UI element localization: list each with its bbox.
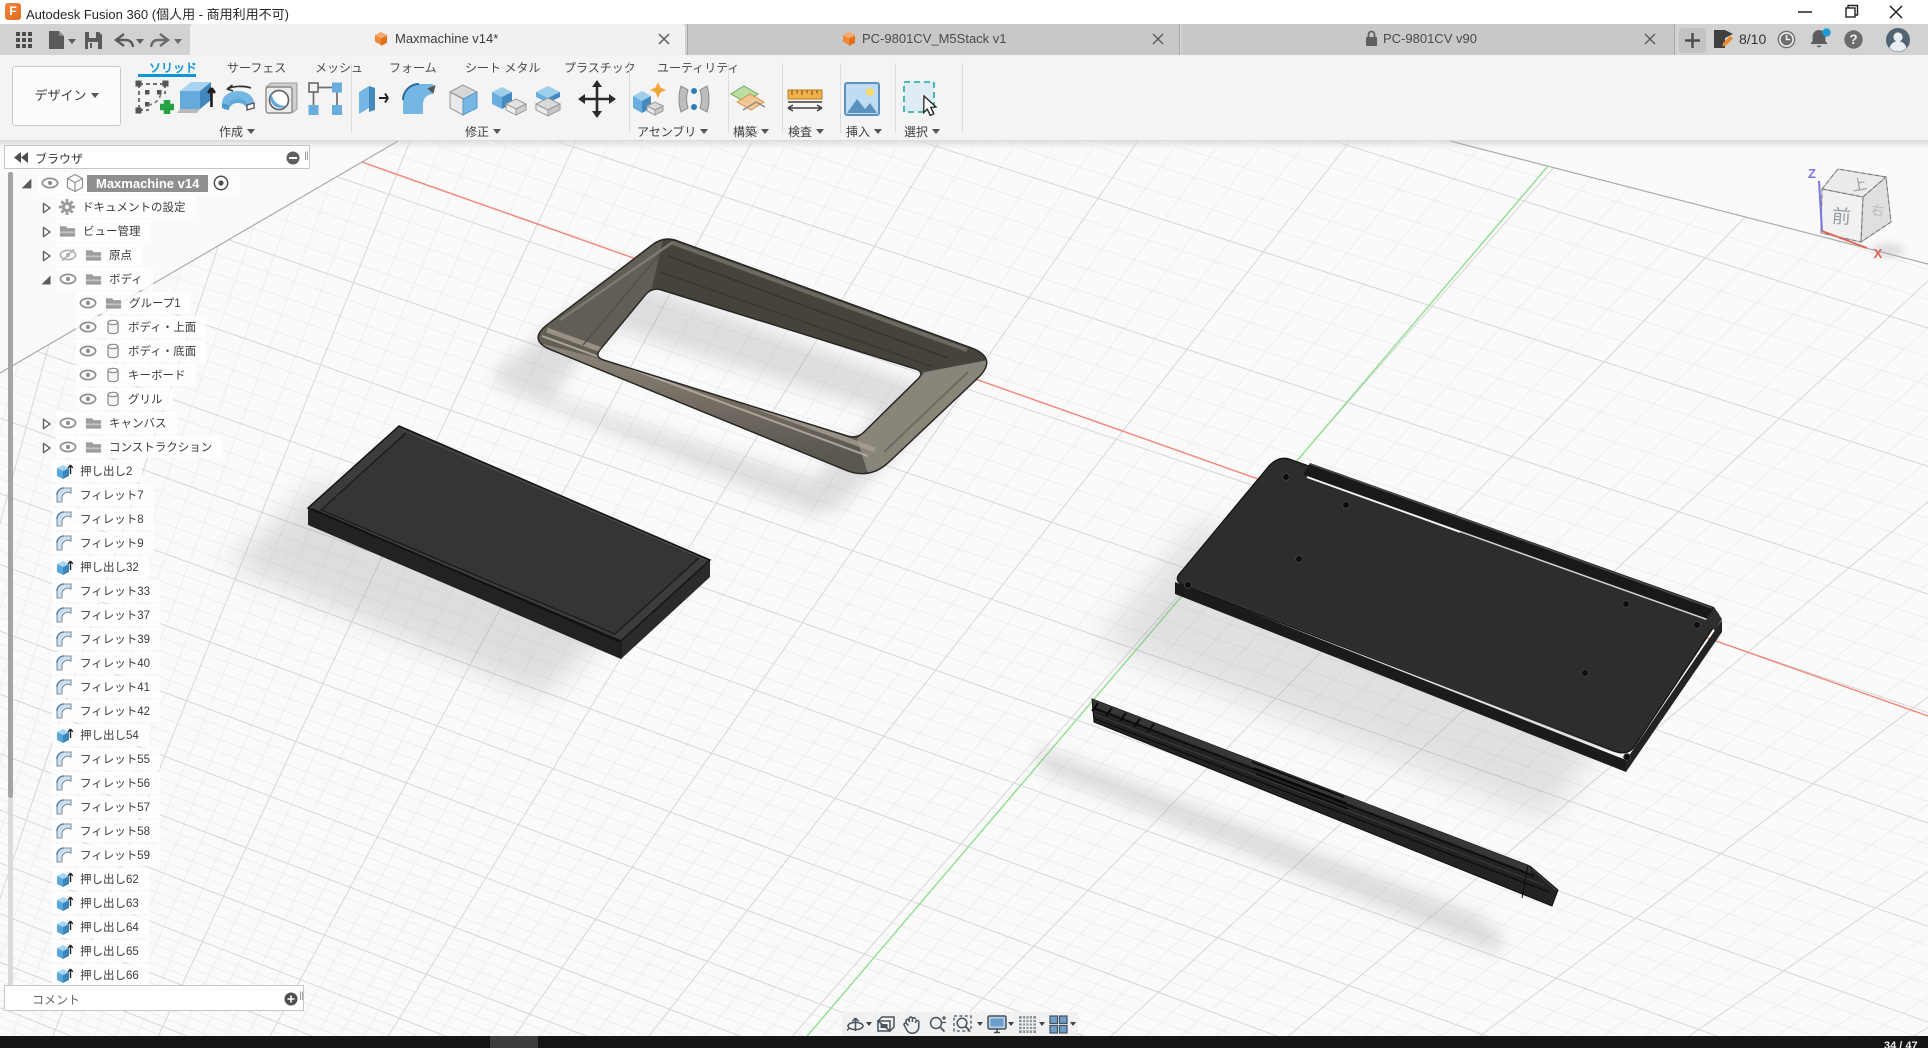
- svg-text:X: X: [1874, 246, 1883, 261]
- svg-text:前: 前: [1831, 205, 1852, 228]
- svg-text:右: 右: [1870, 202, 1885, 219]
- svg-text:?: ?: [1849, 32, 1857, 47]
- svg-text:Z: Z: [1808, 166, 1816, 181]
- svg-text:上: 上: [1851, 176, 1869, 195]
